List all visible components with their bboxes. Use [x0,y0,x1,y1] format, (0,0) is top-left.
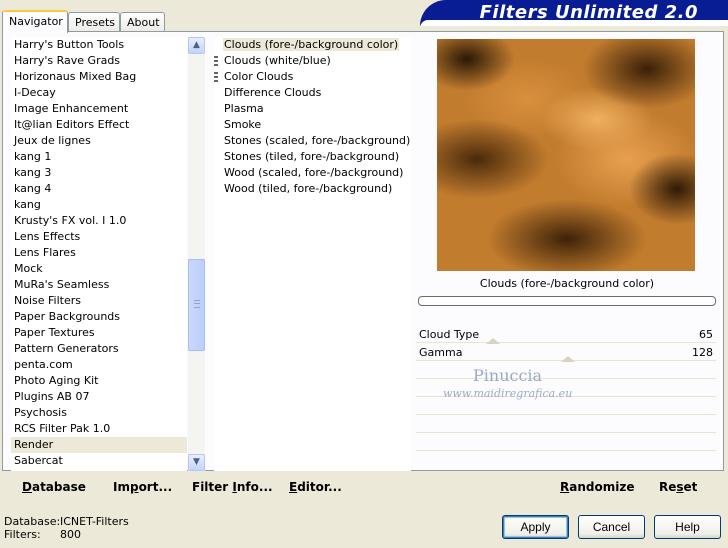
category-item[interactable]: It@lian Editors Effect [11,117,187,133]
chevron-up-icon: ▲ [193,40,200,50]
tab-navigator[interactable]: Navigator [2,10,68,33]
param-row-empty [416,451,716,469]
category-item[interactable]: RCS Filter Pak 1.0 [11,421,187,437]
category-item[interactable]: Harry's Button Tools [11,37,187,53]
filter-label: Color Clouds [224,70,294,83]
filter-label: Clouds (white/blue) [224,54,331,67]
category-item[interactable]: Paper Backgrounds [11,309,187,325]
filters-value: 800 [60,528,81,541]
filters-label: Filters: [4,528,41,541]
database-value: ICNET-Filters [60,515,129,528]
category-item[interactable]: Krusty's FX vol. I 1.0 [11,213,187,229]
filter-info-button[interactable]: Filter Info... [192,480,273,494]
filter-label: Wood (tiled, fore-/background) [224,182,393,195]
category-item[interactable]: Image Enhancement [11,101,187,117]
filter-item[interactable]: Stones (scaled, fore-/background) [214,133,411,149]
param-label: Cloud Type [419,328,480,341]
category-item[interactable]: Lens Flares [11,245,187,261]
param-row-empty [416,433,716,451]
watermark-url: www.maidiregrafica.eu [443,387,573,400]
watermark-name: Pinuccia [473,366,543,385]
category-item[interactable]: MuRa's Seamless [11,277,187,293]
filter-item[interactable]: Color Clouds [214,69,411,85]
filter-label: Difference Clouds [224,86,322,99]
category-item[interactable]: Harry's Rave Grads [11,53,187,69]
category-item[interactable]: Sabercat [11,453,187,469]
category-item[interactable]: Plugins AB 07 [11,389,187,405]
reset-button[interactable]: Reset [659,480,697,494]
preview-caption: Clouds (fore-/background color) [479,277,655,290]
category-item[interactable]: Noise Filters [11,293,187,309]
filter-label: Stones (tiled, fore-/background) [224,150,400,163]
grip-icon [194,300,200,308]
database-label: Database: [4,515,61,528]
filter-label: Clouds (fore-/background color) [223,38,400,51]
grip-icon [214,56,218,66]
category-item[interactable]: I-Decay [11,85,187,101]
category-item[interactable]: kang 3 [11,165,187,181]
filter-label: Plasma [224,102,264,115]
param-row-empty [416,415,716,433]
preview-image [437,39,695,271]
scroll-down-button[interactable]: ▼ [188,454,205,471]
filter-item[interactable]: Clouds (white/blue) [214,53,411,69]
tab-about[interactable]: About [120,12,165,32]
category-list[interactable]: Harry's Button Tools Harry's Rave Grads Ho… [11,37,187,471]
category-item[interactable]: Jeux de lignes [11,133,187,149]
filter-item[interactable]: Plasma [214,101,411,117]
category-item[interactable]: Paper Textures [11,325,187,341]
category-item[interactable]: penta.com [11,357,187,373]
apply-button[interactable]: Apply [502,515,569,539]
filter-item[interactable]: Stones (tiled, fore-/background) [214,149,411,165]
param-row-cloud-type[interactable]: Cloud Type 65 [416,325,716,344]
scroll-thumb[interactable] [188,259,205,351]
editor-button[interactable]: Editor... [289,480,342,494]
category-scrollbar[interactable]: ▲ ▼ [188,37,205,471]
category-item[interactable]: kang [11,197,187,213]
category-item[interactable]: Horizonaus Mixed Bag [11,69,187,85]
filter-label: Stones (scaled, fore-/background) [224,134,411,147]
scroll-up-button[interactable]: ▲ [188,37,205,54]
filter-item[interactable]: Difference Clouds [214,85,411,101]
filter-item[interactable]: Smoke [214,117,411,133]
param-label: Gamma [419,346,463,359]
database-button[interactable]: Database [22,480,86,494]
param-value: 65 [699,328,713,341]
filter-label: Wood (scaled, fore-/background) [224,166,404,179]
randomize-button[interactable]: Randomize [560,480,634,494]
app-title: Filters Unlimited 2.0 [479,2,698,23]
cancel-button[interactable]: Cancel [578,515,645,539]
category-item[interactable]: Mock [11,261,187,277]
tab-presets[interactable]: Presets [68,12,120,32]
title-banner: Filters Unlimited 2.0 [420,0,728,26]
category-item[interactable]: Pattern Generators [11,341,187,357]
filter-item[interactable]: Clouds (fore-/background color) [214,37,411,53]
filter-list[interactable]: Clouds (fore-/background color) Clouds (w… [214,37,411,471]
category-item[interactable]: Photo Aging Kit [11,373,187,389]
category-item[interactable]: kang 1 [11,149,187,165]
param-value: 128 [692,346,713,359]
chevron-down-icon: ▼ [193,457,200,467]
import-button[interactable]: Import... [113,480,172,494]
category-item[interactable]: Render [11,437,187,453]
category-item[interactable]: Psychosis [11,405,187,421]
help-button[interactable]: Help [654,515,721,539]
param-row-gamma[interactable]: Gamma 128 [416,343,716,362]
action-bar: Database Import... Filter Info... Editor… [2,476,724,498]
param-row-empty [416,361,716,379]
category-item[interactable]: Lens Effects [11,229,187,245]
preview-area [418,37,716,271]
filter-item[interactable]: Wood (scaled, fore-/background) [214,165,411,181]
filter-item[interactable]: Wood (tiled, fore-/background) [214,181,411,197]
progress-bar [418,296,716,306]
filter-label: Smoke [224,118,262,131]
category-item[interactable]: kang 4 [11,181,187,197]
grip-icon [214,72,218,82]
